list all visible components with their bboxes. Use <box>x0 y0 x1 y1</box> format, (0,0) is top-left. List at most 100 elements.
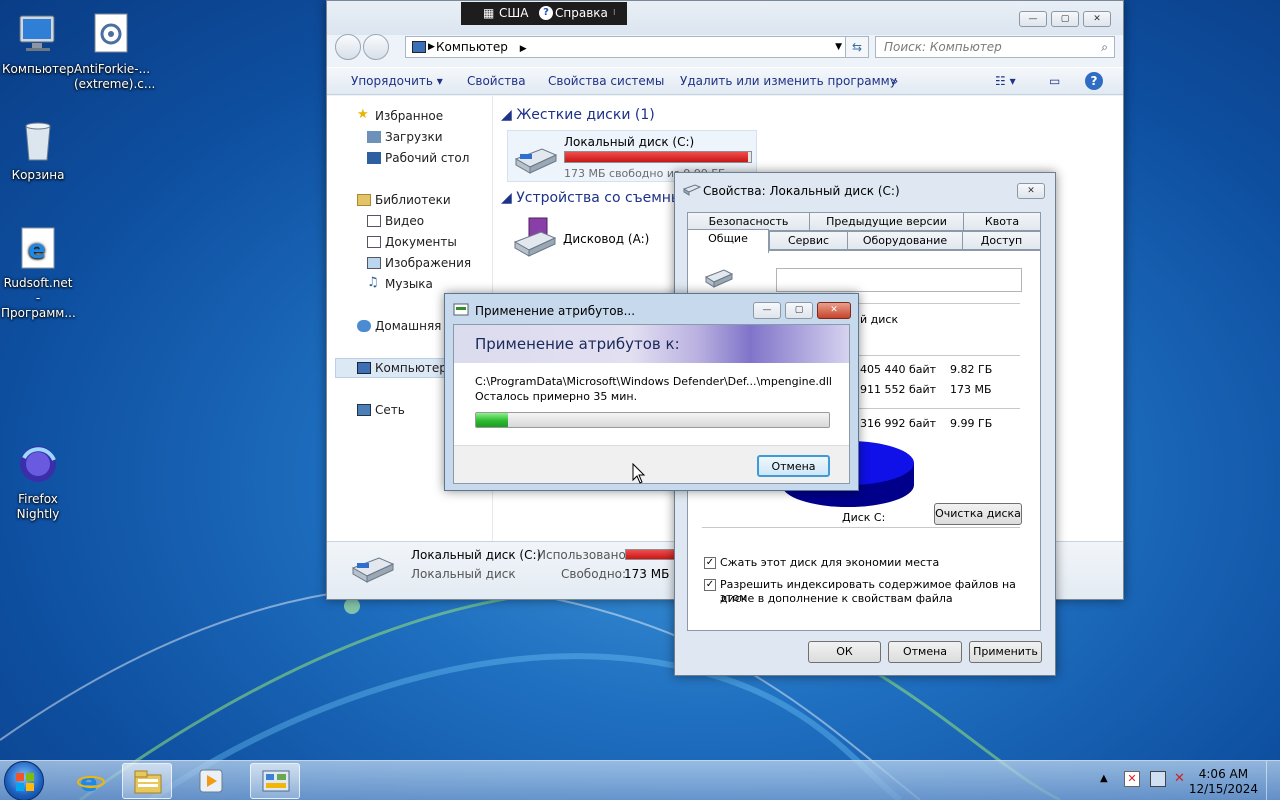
hard-drive-icon <box>704 269 734 288</box>
ok-button[interactable]: ОК <box>808 641 881 663</box>
drive-c-usage-bar <box>564 151 752 163</box>
svg-text:e: e <box>80 768 98 795</box>
nav-video[interactable]: Видео <box>367 214 424 228</box>
keyboard-icon: ▦ <box>483 6 495 20</box>
dialog-title: Свойства: Локальный диск (C:) <box>703 184 900 198</box>
search-input[interactable]: Поиск: Компьютер ⌕ <box>875 36 1115 58</box>
music-library-icon: ♫ <box>367 275 379 290</box>
properties-button[interactable]: Свойства <box>467 74 526 88</box>
volume-tray-icon[interactable]: ✕ <box>1174 771 1185 786</box>
apply-button[interactable]: Применить <box>969 641 1042 663</box>
breadcrumb-computer[interactable]: Компьютер <box>436 40 508 54</box>
desktop-icon-recycle-bin[interactable]: Корзина <box>1 116 75 183</box>
language-bar[interactable]: ▦ США ? Справка ⁝ <box>461 2 627 25</box>
nav-desktop[interactable]: Рабочий стол <box>367 151 469 165</box>
desktop-icon-firefox-nightly[interactable]: Firefox Nightly <box>1 440 75 522</box>
group-header-hdd[interactable]: ◢ Жесткие диски (1) <box>501 107 655 123</box>
langbar-options-icon[interactable]: ⁝ <box>613 2 616 24</box>
control-panel-icon <box>262 770 290 792</box>
tab-sharing[interactable]: Доступ <box>962 231 1041 250</box>
organize-button[interactable]: Упорядочить ▾ <box>351 74 443 88</box>
nav-computer[interactable]: Компьютер <box>357 361 447 375</box>
help-icon[interactable]: ? <box>1085 72 1103 90</box>
back-button[interactable] <box>335 34 361 60</box>
computer-icon <box>357 362 371 374</box>
tab-hardware[interactable]: Оборудование <box>847 231 963 250</box>
hard-drive-small-icon <box>683 184 701 196</box>
help-icon: ? <box>539 6 553 20</box>
system-clock[interactable]: 4:06 AM 12/15/2024 <box>1189 767 1258 797</box>
details-free-value: 173 МБ <box>624 567 670 581</box>
address-bar[interactable]: ▶ Компьютер ▶ ▼ <box>405 36 849 58</box>
homegroup-icon <box>357 320 371 332</box>
minimize-button[interactable]: — <box>1019 11 1047 27</box>
show-desktop-button[interactable] <box>1266 761 1280 800</box>
drive-a-tile[interactable]: Дисковод (A:) <box>507 214 677 262</box>
explorer-titlebar <box>327 1 1123 35</box>
folder-icon <box>134 770 162 794</box>
view-options-icon[interactable]: ☷ ▾ <box>995 74 1016 88</box>
windows-logo-icon <box>16 773 34 791</box>
cancel-button[interactable]: Отмена <box>888 641 962 663</box>
clock-date: 12/15/2024 <box>1188 782 1258 796</box>
free-bytes: 911 552 байт <box>860 383 937 396</box>
computer-small-icon <box>412 41 426 53</box>
show-hidden-icons-icon[interactable]: ▲ <box>1100 773 1108 784</box>
nav-libraries[interactable]: Библиотеки <box>357 193 451 207</box>
apply-attributes-dialog: Применение атрибутов... — ▢ ✕ Применение… <box>444 293 859 491</box>
tab-quota[interactable]: Квота <box>963 212 1041 231</box>
start-button[interactable] <box>4 761 44 800</box>
details-drive-name: Локальный диск (C:) <box>411 548 542 562</box>
help-label[interactable]: Справка <box>555 2 608 24</box>
action-center-icon[interactable]: ✕ <box>1124 771 1140 787</box>
drive-label-input[interactable] <box>776 268 1022 292</box>
minimize-button[interactable]: — <box>753 302 781 319</box>
preview-pane-icon[interactable]: ▭ <box>1049 74 1060 88</box>
close-button[interactable]: ✕ <box>817 302 851 319</box>
maximize-button[interactable]: ▢ <box>1051 11 1079 27</box>
taskbar-control-panel[interactable] <box>250 763 300 799</box>
index-checkbox[interactable]: ✓ <box>704 579 716 591</box>
maximize-button[interactable]: ▢ <box>785 302 813 319</box>
system-properties-button[interactable]: Свойства системы <box>548 74 664 88</box>
forward-button[interactable] <box>363 34 389 60</box>
cancel-button[interactable]: Отмена <box>757 455 830 477</box>
time-remaining: Осталось примерно 35 мин. <box>475 390 638 403</box>
nav-images[interactable]: Изображения <box>367 256 471 270</box>
close-button[interactable]: ✕ <box>1017 183 1045 199</box>
language-label[interactable]: США <box>499 2 528 24</box>
drive-c-name: Локальный диск (C:) <box>564 135 695 149</box>
hard-drive-icon <box>351 557 395 583</box>
disk-cleanup-button[interactable]: Очистка диска <box>934 503 1022 525</box>
group-header-removable[interactable]: ◢ Устройства со съемны <box>501 190 682 206</box>
tab-previous-versions[interactable]: Предыдущие версии <box>809 212 964 231</box>
desktop-icon-rudsoft[interactable]: e Rudsoft.net - Программ... <box>1 224 76 321</box>
nav-documents[interactable]: Документы <box>367 235 457 249</box>
dialog-banner: Применение атрибутов к: <box>454 325 849 363</box>
network-tray-icon[interactable] <box>1150 771 1166 787</box>
compress-checkbox[interactable]: ✓ <box>704 557 716 569</box>
firefox-nightly-icon <box>14 440 62 488</box>
uninstall-program-button[interactable]: Удалить или изменить программу <box>680 74 897 88</box>
tab-tools[interactable]: Сервис <box>769 231 848 250</box>
nav-downloads[interactable]: Загрузки <box>367 130 443 144</box>
desktop-icon-computer[interactable]: Компьютер <box>1 10 75 77</box>
network-icon <box>357 404 371 416</box>
apply-dialog-body: Применение атрибутов к: C:\ProgramData\M… <box>453 324 850 484</box>
documents-library-icon <box>367 236 381 248</box>
close-button[interactable]: ✕ <box>1083 11 1111 27</box>
refresh-button[interactable]: ⇆ <box>845 36 869 58</box>
more-commands-button[interactable]: » <box>891 74 898 88</box>
address-dropdown-icon[interactable]: ▼ <box>835 37 842 57</box>
recycle-bin-icon <box>14 116 62 164</box>
nav-music[interactable]: ♫ Музыка <box>367 275 433 291</box>
taskbar-internet-explorer[interactable]: e <box>66 763 116 799</box>
desktop-icon-antiforkie[interactable]: AntiForkie-... (extreme).c... <box>74 10 155 92</box>
tab-general[interactable]: Общие <box>687 229 769 253</box>
nav-favorites[interactable]: ★ Избранное <box>357 107 443 123</box>
taskbar-media-player[interactable] <box>186 763 236 799</box>
used-bytes: 405 440 байт <box>860 363 937 376</box>
nav-network[interactable]: Сеть <box>357 403 405 417</box>
total-bytes: 316 992 байт <box>860 417 937 430</box>
taskbar-explorer[interactable] <box>122 763 172 799</box>
